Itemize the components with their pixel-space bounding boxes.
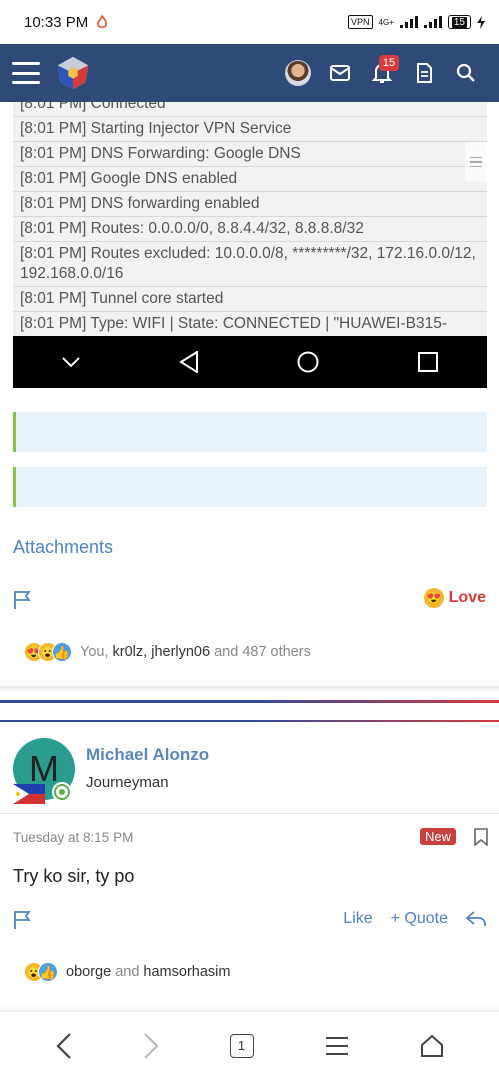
home-circle-icon xyxy=(297,351,319,373)
charging-icon xyxy=(477,15,485,29)
post-divider xyxy=(0,686,499,692)
battery-icon: 15 xyxy=(447,15,471,29)
log-line: [8:01 PM] Routes: 0.0.0.0/0, 8.8.4.4/32,… xyxy=(13,217,487,242)
post-actions: Like + Quote xyxy=(343,910,486,928)
network-type: 4G+ xyxy=(378,17,394,27)
log-line: [8:01 PM] DNS Forwarding: Google DNS xyxy=(13,142,487,167)
whats-new-icon[interactable] xyxy=(403,53,445,93)
back-arrow-icon[interactable] xyxy=(55,1033,72,1059)
browser-bottom-nav: 1 xyxy=(0,1012,499,1080)
site-header: 15 xyxy=(0,44,499,102)
online-status-icon xyxy=(52,782,72,802)
alerts-badge: 15 xyxy=(379,55,399,71)
like-button[interactable]: Like xyxy=(343,910,372,928)
chevron-down-icon xyxy=(62,357,80,367)
account-avatar[interactable] xyxy=(277,53,319,93)
log-line: [8:01 PM] Tunnel core started xyxy=(13,287,487,312)
status-bar: 10:33 PM VPN 4G+ 15 xyxy=(0,0,499,44)
reactions-summary[interactable]: 😍 😮 👍 You, kr0lz, jherlyn06 and 487 othe… xyxy=(24,642,311,662)
reaction-and: and xyxy=(115,964,140,980)
stripe-top xyxy=(0,700,499,703)
post-author-header: M Michael Alonzo Journeyman xyxy=(0,726,499,814)
back-triangle-icon xyxy=(178,351,198,373)
love-eyes-emoji-icon: 😍 xyxy=(423,588,444,608)
quote-button[interactable]: + Quote xyxy=(391,910,448,928)
android-nav-bar xyxy=(13,336,487,388)
signal-icon xyxy=(399,16,418,28)
menu-lines-icon[interactable] xyxy=(325,1036,349,1056)
signal-icon-2 xyxy=(423,16,442,28)
reaction-user-link[interactable]: kr0lz, xyxy=(113,644,148,660)
post-message: Try ko sir, ty po xyxy=(13,866,135,886)
log-line: [8:01 PM] Connected xyxy=(13,102,487,117)
attachments-heading: Attachments xyxy=(13,537,114,557)
like-emoji-icon: 👍 xyxy=(38,962,58,982)
inbox-icon[interactable] xyxy=(319,53,361,93)
love-reaction-button[interactable]: 😍 Love xyxy=(423,588,486,608)
love-label: Love xyxy=(448,589,486,606)
bookmark-icon[interactable] xyxy=(474,828,488,846)
site-logo[interactable] xyxy=(54,54,92,92)
stripe-bottom xyxy=(0,720,499,722)
log-line: [8:01 PM] Routes excluded: 10.0.0.0/8, *… xyxy=(13,242,487,287)
vpn-indicator: VPN xyxy=(348,15,373,29)
philippines-flag-icon xyxy=(13,784,45,804)
quote-block[interactable] xyxy=(13,412,487,452)
log-line: [8:01 PM] DNS forwarding enabled xyxy=(13,192,487,217)
tabs-count-button[interactable]: 1 xyxy=(229,1034,254,1058)
quote-block[interactable] xyxy=(13,467,487,507)
reaction-you: You, xyxy=(80,644,109,660)
report-flag-icon[interactable] xyxy=(13,910,33,930)
flame-icon xyxy=(97,15,108,29)
attached-screenshot-image[interactable]: [8:01 PM] Connected [8:01 PM] Starting I… xyxy=(13,102,487,388)
log-scroll-handle-icon xyxy=(465,142,487,182)
recents-square-icon xyxy=(417,352,438,372)
reactions-summary[interactable]: 😮 👍 oborge and hamsorhasim xyxy=(24,962,230,982)
reaction-others[interactable]: and 487 others xyxy=(214,644,311,660)
status-time: 10:33 PM xyxy=(24,13,89,31)
post-date[interactable]: Tuesday at 8:15 PM xyxy=(13,830,133,845)
author-title: Journeyman xyxy=(86,774,169,791)
reply-arrow-icon[interactable] xyxy=(466,911,486,927)
log-line: [8:01 PM] Starting Injector VPN Service xyxy=(13,117,487,142)
report-flag-icon[interactable] xyxy=(13,590,33,610)
reaction-user-link[interactable]: hamsorhasim xyxy=(143,964,230,980)
search-icon[interactable] xyxy=(445,53,487,93)
log-line: [8:01 PM] Google DNS enabled xyxy=(13,167,487,192)
author-username[interactable]: Michael Alonzo xyxy=(86,745,209,765)
reaction-user-link[interactable]: jherlyn06 xyxy=(151,644,210,660)
alerts-bell-icon[interactable]: 15 xyxy=(361,53,403,93)
home-icon[interactable] xyxy=(420,1034,444,1058)
like-emoji-icon: 👍 xyxy=(52,642,72,662)
menu-icon[interactable] xyxy=(12,62,40,84)
forward-arrow-icon[interactable] xyxy=(143,1033,159,1059)
reaction-user-link[interactable]: oborge xyxy=(66,964,111,980)
new-badge: New xyxy=(420,828,457,845)
